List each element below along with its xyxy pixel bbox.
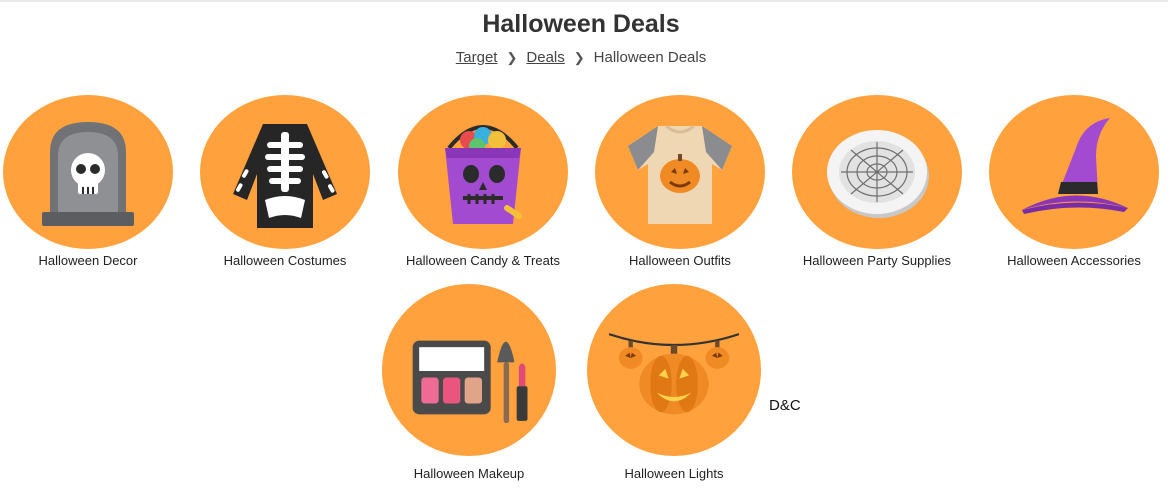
pumpkin-lights-icon [609,333,739,415]
pumpkin-tshirt-icon [628,124,732,224]
category-label: Halloween Party Supplies [802,253,952,268]
category-halloween-accessories[interactable]: Halloween Accessories [976,95,1168,285]
category-label: Halloween Outfits [629,253,731,268]
candy-bucket-icon [445,125,522,224]
category-halloween-decor[interactable]: Halloween Decor [0,95,186,285]
category-halloween-lights[interactable]: Halloween Lights [576,284,772,481]
category-halloween-outfits[interactable]: Halloween Outfits [582,95,778,285]
breadcrumb-current: Halloween Deals [593,49,707,66]
chevron-right-icon: ❯ [506,50,518,65]
category-label: Halloween Candy & Treats [406,253,560,268]
breadcrumb: Target ❯ Deals ❯ Halloween Deals [0,49,1162,66]
spiderweb-plate-icon [827,130,929,218]
makeup-palette-icon [412,340,528,423]
breadcrumb-target-link[interactable]: Target [456,49,498,66]
category-halloween-makeup[interactable]: Halloween Makeup [371,284,567,481]
footer-mark: D&C [769,397,801,414]
category-label: Halloween Decor [38,253,138,268]
category-label: Halloween Lights [624,466,724,481]
category-label: Halloween Accessories [1007,253,1141,268]
category-halloween-party-supplies[interactable]: Halloween Party Supplies [779,95,975,285]
breadcrumb-deals-link[interactable]: Deals [526,49,564,66]
skeleton-shirt-icon [233,124,337,228]
chevron-right-icon: ❯ [573,50,585,65]
category-halloween-costumes[interactable]: Halloween Costumes [187,95,383,285]
tombstone-icon [42,122,134,226]
category-halloween-candy-treats[interactable]: Halloween Candy & Treats [385,95,581,285]
category-label: Halloween Costumes [223,253,347,268]
page-title: Halloween Deals [482,10,680,38]
witch-hat-icon [1022,118,1128,214]
category-label: Halloween Makeup [413,466,525,481]
top-border [0,0,1168,2]
